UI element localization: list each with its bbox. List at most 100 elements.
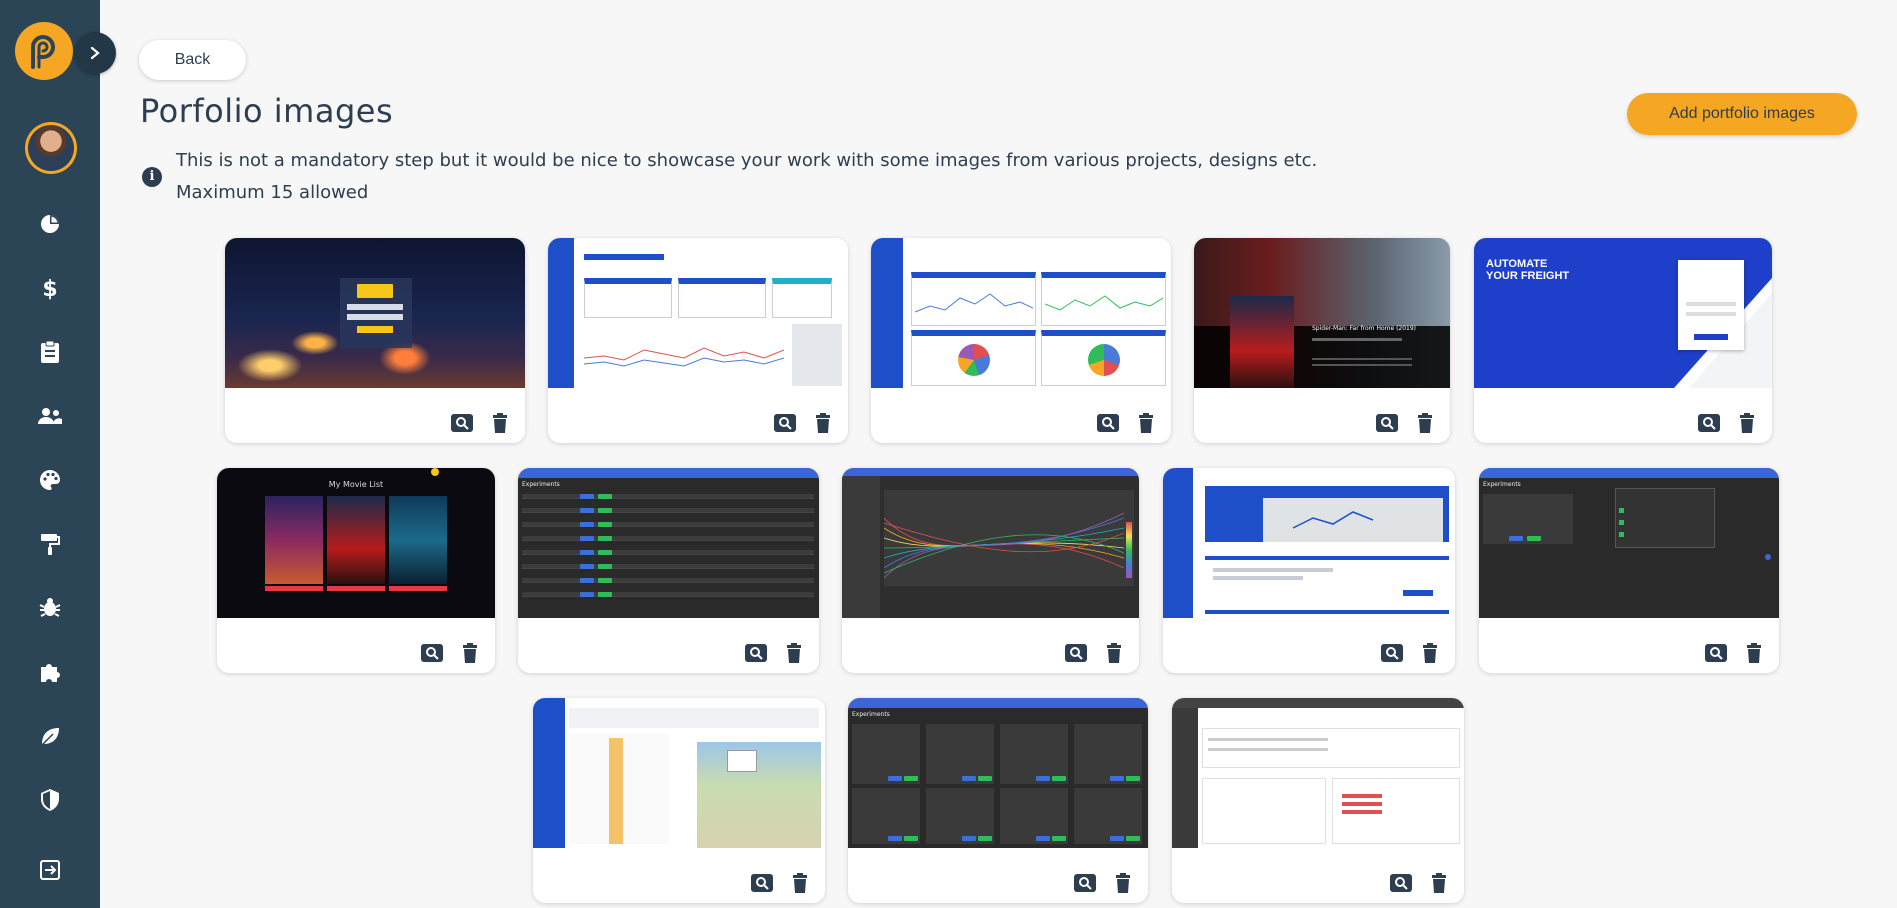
portfolio-card: [871, 238, 1171, 443]
clipboard-icon[interactable]: [30, 332, 70, 372]
experiments-caption: Experiments: [522, 481, 560, 488]
zoom-button[interactable]: [1376, 412, 1398, 434]
portfolio-thumbnail[interactable]: Spider-Man: Far from Home (2019): [1194, 238, 1450, 388]
portfolio-card: Experiments: [1479, 468, 1779, 673]
zoom-button[interactable]: [1390, 872, 1412, 894]
delete-button[interactable]: [1103, 642, 1125, 664]
zoom-button[interactable]: [1074, 872, 1096, 894]
portfolio-thumbnail[interactable]: My Movie List: [217, 468, 495, 618]
delete-button[interactable]: [489, 412, 511, 434]
search-icon: [774, 414, 796, 432]
search-icon: [451, 414, 473, 432]
trash-icon: [1740, 413, 1754, 433]
trash-icon: [1107, 643, 1121, 663]
info-text: This is not a mandatory step but it woul…: [176, 150, 1318, 171]
add-portfolio-images-button[interactable]: Add portfolio images: [1627, 93, 1857, 135]
search-icon: [745, 644, 767, 662]
portfolio-card: [225, 238, 525, 443]
portfolio-thumbnail[interactable]: AUTOMATE YOUR FREIGHT: [1474, 238, 1772, 388]
search-icon: [1097, 414, 1119, 432]
trash-icon: [1423, 643, 1437, 663]
freight-headline-1: AUTOMATE: [1486, 258, 1548, 270]
portfolio-card: [533, 698, 825, 903]
sidebar: $: [0, 0, 100, 908]
delete-button[interactable]: [1419, 642, 1441, 664]
info-icon: i: [142, 167, 162, 187]
portfolio-card: Experiments: [518, 468, 819, 673]
search-icon: [1705, 644, 1727, 662]
svg-text:$: $: [42, 277, 57, 300]
pie-chart-icon[interactable]: [30, 204, 70, 244]
delete-button[interactable]: [1135, 412, 1157, 434]
zoom-button[interactable]: [1065, 642, 1087, 664]
delete-button[interactable]: [1112, 872, 1134, 894]
zoom-button[interactable]: [1381, 642, 1403, 664]
zoom-button[interactable]: [774, 412, 796, 434]
delete-button[interactable]: [1428, 872, 1450, 894]
delete-button[interactable]: [1414, 412, 1436, 434]
zoom-button[interactable]: [745, 642, 767, 664]
portfolio-card: [548, 238, 848, 443]
shield-icon[interactable]: [30, 780, 70, 820]
experiments-caption: Experiments: [852, 711, 890, 718]
portfolio-thumbnail[interactable]: Experiments: [518, 468, 819, 618]
avatar[interactable]: [25, 122, 77, 174]
zoom-button[interactable]: [751, 872, 773, 894]
p-logo-icon: [31, 35, 55, 69]
trash-icon: [1139, 413, 1153, 433]
search-icon: [1074, 874, 1096, 892]
portfolio-thumbnail[interactable]: [548, 238, 848, 388]
delete-button[interactable]: [783, 642, 805, 664]
delete-button[interactable]: [1736, 412, 1758, 434]
paint-roller-icon[interactable]: [30, 524, 70, 564]
zoom-button[interactable]: [1705, 642, 1727, 664]
portfolio-card: Spider-Man: Far from Home (2019): [1194, 238, 1450, 443]
portfolio-thumbnail[interactable]: [1163, 468, 1455, 618]
search-icon: [1381, 644, 1403, 662]
freight-headline-2: YOUR FREIGHT: [1486, 270, 1570, 282]
portfolio-thumbnail[interactable]: [871, 238, 1171, 388]
portfolio-card: [842, 468, 1139, 673]
logout-icon[interactable]: [30, 850, 70, 890]
trash-icon: [1418, 413, 1432, 433]
delete-button[interactable]: [789, 872, 811, 894]
search-icon: [751, 874, 773, 892]
portfolio-thumbnail[interactable]: [225, 238, 525, 388]
movie-list-caption: My Movie List: [328, 480, 384, 489]
portfolio-thumbnail[interactable]: [533, 698, 825, 848]
trash-icon: [1116, 873, 1130, 893]
search-icon: [1376, 414, 1398, 432]
zoom-button[interactable]: [1097, 412, 1119, 434]
trash-icon: [1747, 643, 1761, 663]
portfolio-card: [1172, 698, 1464, 903]
trash-icon: [463, 643, 477, 663]
sidebar-toggle-button[interactable]: [74, 32, 116, 74]
dollar-icon[interactable]: $: [30, 268, 70, 308]
trash-icon: [816, 413, 830, 433]
trash-icon: [1432, 873, 1446, 893]
delete-button[interactable]: [812, 412, 834, 434]
portfolio-thumbnail[interactable]: Experiments: [848, 698, 1148, 848]
portfolio-card: [1163, 468, 1455, 673]
puzzle-icon[interactable]: [30, 652, 70, 692]
delete-button[interactable]: [1743, 642, 1765, 664]
users-icon[interactable]: [30, 396, 70, 436]
portfolio-thumbnail[interactable]: [1172, 698, 1464, 848]
logo[interactable]: [15, 22, 73, 80]
portfolio-thumbnail[interactable]: Experiments: [1479, 468, 1779, 618]
palette-icon[interactable]: [30, 460, 70, 500]
zoom-button[interactable]: [1698, 412, 1720, 434]
zoom-button[interactable]: [451, 412, 473, 434]
info-limit-text: Maximum 15 allowed: [176, 182, 369, 203]
search-icon: [1065, 644, 1087, 662]
movie-caption: Spider-Man: Far from Home (2019): [1312, 325, 1417, 332]
search-icon: [1698, 414, 1720, 432]
leaf-icon[interactable]: [30, 716, 70, 756]
bug-icon[interactable]: [30, 588, 70, 628]
zoom-button[interactable]: [421, 642, 443, 664]
trash-icon: [787, 643, 801, 663]
portfolio-card: AUTOMATE YOUR FREIGHT: [1474, 238, 1772, 443]
back-button[interactable]: Back: [139, 40, 246, 80]
delete-button[interactable]: [459, 642, 481, 664]
portfolio-thumbnail[interactable]: [842, 468, 1139, 618]
